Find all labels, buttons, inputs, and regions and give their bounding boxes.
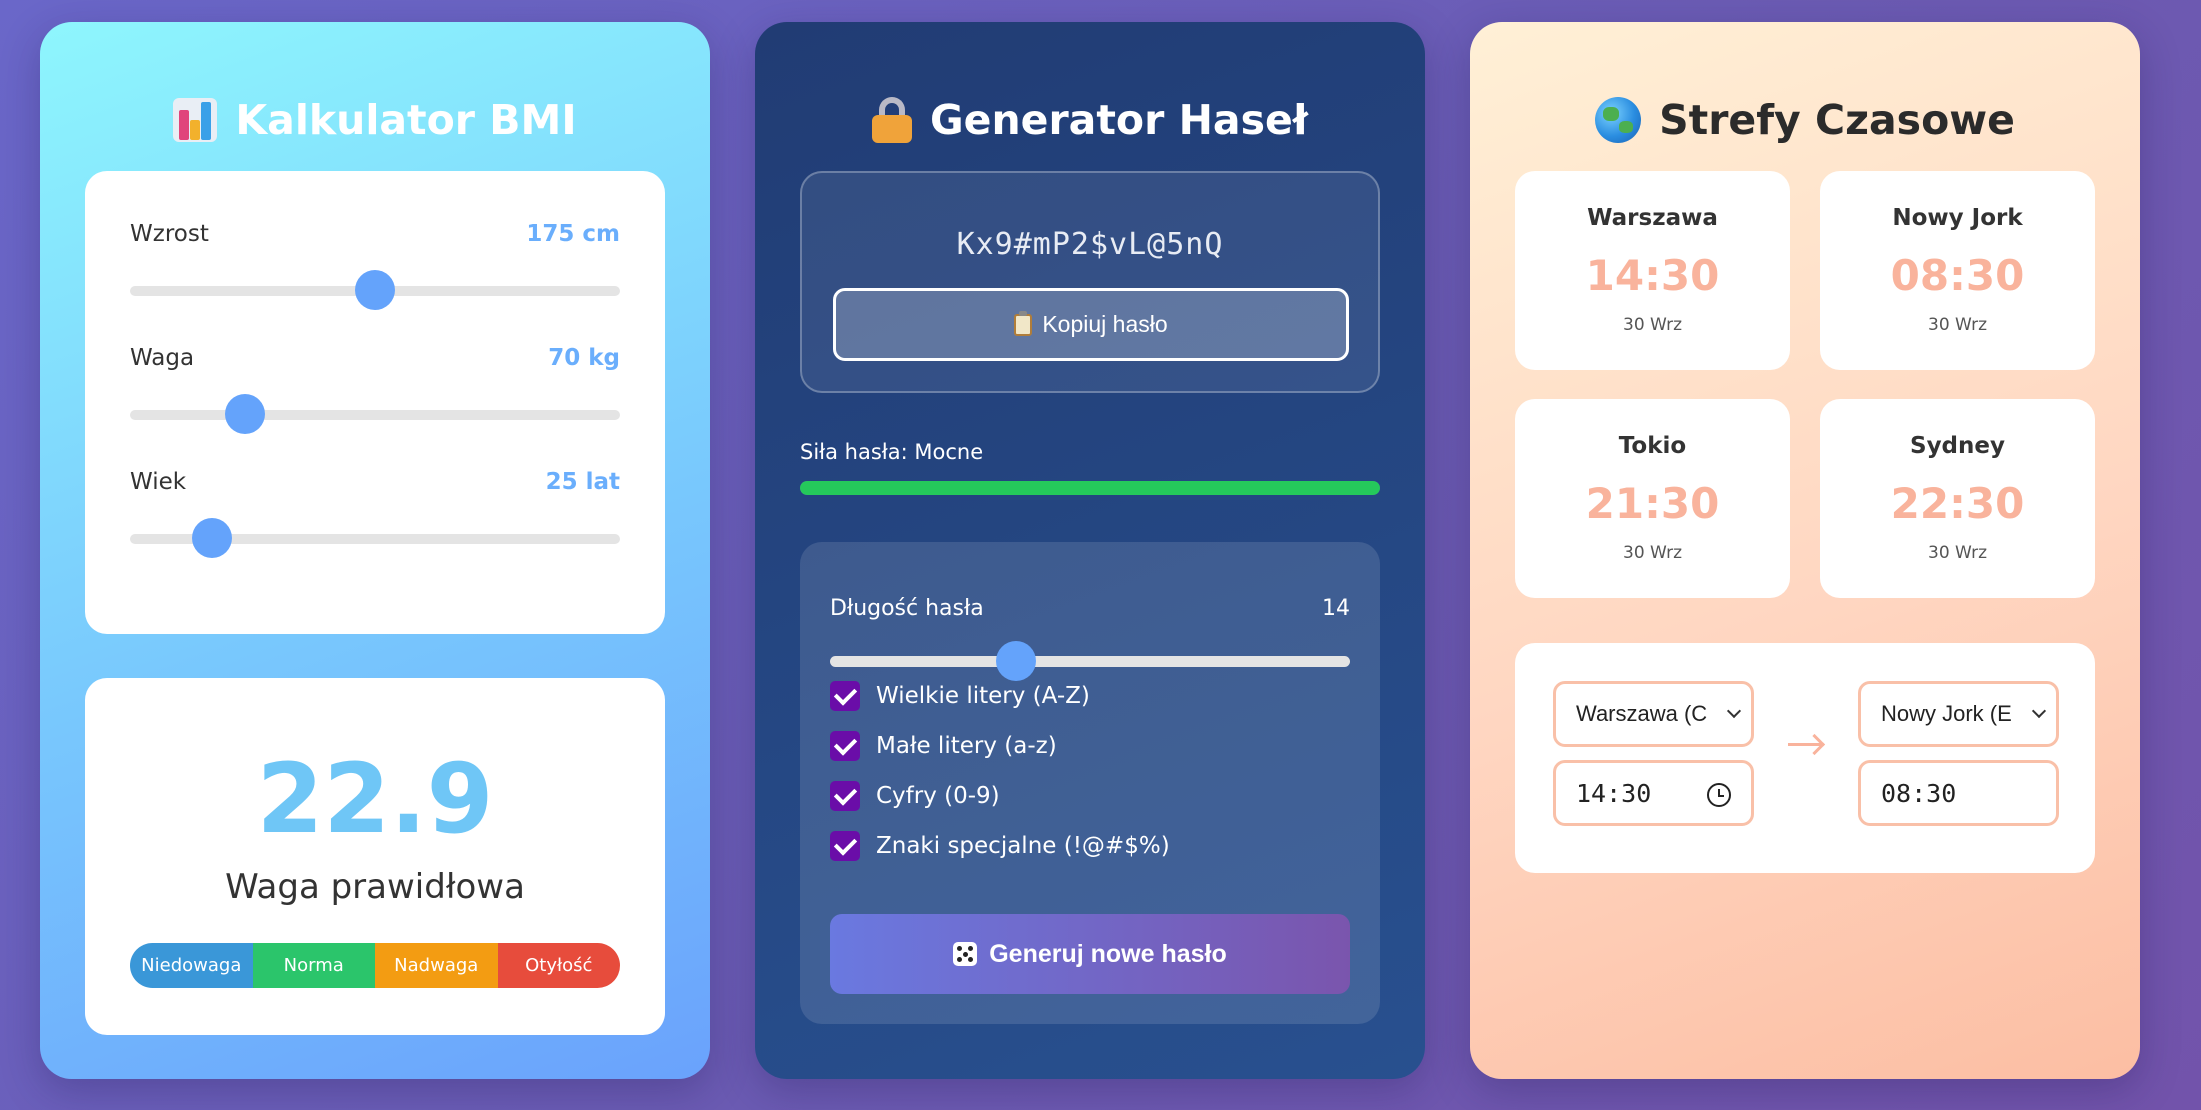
- bmi-title: Kalkulator BMI: [40, 96, 710, 144]
- bmi-inputs-card: Wzrost 175 cm Waga 70 kg Wiek 25 lat: [85, 171, 665, 634]
- age-slider-thumb[interactable]: [191, 518, 232, 558]
- bmi-scale: Niedowaga Norma Nadwaga Otyłość: [130, 943, 620, 988]
- bmi-result-card: 22.9 Waga prawidłowa Niedowaga Norma Nad…: [85, 678, 665, 1035]
- clipboard-icon: [1014, 310, 1033, 336]
- option-digits-label: Cyfry (0-9): [876, 783, 1000, 809]
- option-lowercase[interactable]: Małe litery (a-z): [830, 731, 1057, 761]
- bmi-status: Waga prawidłowa: [225, 867, 525, 907]
- checkbox-special[interactable]: [830, 831, 860, 861]
- weight-slider-row: Waga 70 kg: [130, 345, 620, 434]
- password-title: Generator Haseł: [755, 96, 1425, 144]
- password-title-text: Generator Haseł: [929, 96, 1308, 144]
- dice-icon: [953, 942, 978, 966]
- from-time-input[interactable]: 14:30: [1553, 760, 1754, 826]
- to-time-value: 08:30: [1881, 778, 1957, 808]
- generate-password-label: Generuj nowe hasło: [989, 939, 1227, 968]
- height-slider-row: Wzrost 175 cm: [130, 221, 620, 310]
- tz-card-nowy-jork: Nowy Jork 08:30 30 Wrz: [1820, 171, 2095, 370]
- weight-slider-track[interactable]: [130, 394, 620, 434]
- copy-password-label: Kopiuj hasło: [1042, 311, 1168, 337]
- tz-time: 08:30: [1890, 251, 2025, 300]
- height-slider-track[interactable]: [130, 270, 620, 310]
- to-time-output: 08:30: [1858, 760, 2059, 826]
- password-options-box: Długość hasła 14 Wielkie litery (A-Z) Ma…: [800, 542, 1380, 1024]
- arrow-right-icon: [1788, 743, 1822, 746]
- chevron-down-icon: [2031, 703, 2047, 719]
- to-zone-value: Nowy Jork (E: [1881, 701, 2012, 726]
- tz-time: 22:30: [1890, 479, 2025, 528]
- weight-label: Waga: [130, 345, 195, 371]
- tz-date: 30 Wrz: [1623, 315, 1682, 335]
- copy-password-button[interactable]: Kopiuj hasło: [833, 288, 1349, 361]
- option-special-label: Znaki specjalne (!@#$%): [876, 833, 1170, 859]
- age-label: Wiek: [130, 469, 187, 495]
- length-label: Długość hasła: [830, 596, 984, 621]
- bar-chart-icon: [173, 98, 218, 142]
- checkbox-lowercase[interactable]: [830, 731, 860, 761]
- tz-city: Nowy Jork: [1892, 205, 2023, 231]
- tz-time: 21:30: [1585, 479, 1720, 528]
- tz-card-sydney: Sydney 22:30 30 Wrz: [1820, 399, 2095, 598]
- age-slider-track[interactable]: [130, 518, 620, 558]
- checkbox-digits[interactable]: [830, 781, 860, 811]
- to-zone-select[interactable]: Nowy Jork (E: [1858, 681, 2059, 747]
- tz-city: Warszawa: [1587, 205, 1718, 231]
- option-uppercase[interactable]: Wielkie litery (A-Z): [830, 681, 1090, 711]
- tz-city: Sydney: [1910, 433, 2005, 459]
- tz-card-warszawa: Warszawa 14:30 30 Wrz: [1515, 171, 1790, 370]
- option-lowercase-label: Małe litery (a-z): [876, 733, 1057, 759]
- bmi-value: 22.9: [256, 743, 494, 855]
- checkbox-uppercase[interactable]: [830, 681, 860, 711]
- length-value: 14: [1322, 596, 1350, 621]
- age-value: 25 lat: [545, 469, 620, 495]
- age-slider-row: Wiek 25 lat: [130, 469, 620, 558]
- time-converter-card: Warszawa (C 14:30 Nowy Jork (E 08:30: [1515, 643, 2095, 873]
- globe-icon: [1595, 97, 1642, 143]
- bmi-title-text: Kalkulator BMI: [235, 96, 577, 144]
- tz-date: 30 Wrz: [1928, 543, 1987, 563]
- timezones-title-text: Strefy Czasowe: [1659, 96, 2015, 144]
- tz-card-tokio: Tokio 21:30 30 Wrz: [1515, 399, 1790, 598]
- timezones-title: Strefy Czasowe: [1470, 96, 2140, 144]
- scale-obese: Otyłość: [497, 943, 620, 988]
- scale-underweight: Niedowaga: [130, 943, 253, 988]
- length-slider-track[interactable]: [830, 641, 1350, 681]
- option-uppercase-label: Wielkie litery (A-Z): [876, 683, 1090, 709]
- password-generator-panel: Generator Haseł Kx9#mP2$vL@5nQ Kopiuj ha…: [755, 22, 1425, 1079]
- height-label: Wzrost: [130, 221, 209, 247]
- scale-normal: Norma: [252, 943, 375, 988]
- tz-city: Tokio: [1618, 433, 1687, 459]
- tz-date: 30 Wrz: [1623, 543, 1682, 563]
- weight-slider-thumb[interactable]: [225, 394, 266, 434]
- height-value: 175 cm: [526, 221, 620, 247]
- tz-time: 14:30: [1585, 251, 1720, 300]
- generated-password: Kx9#mP2$vL@5nQ: [956, 227, 1224, 262]
- chevron-down-icon: [1726, 703, 1742, 719]
- option-digits[interactable]: Cyfry (0-9): [830, 781, 1000, 811]
- tz-date: 30 Wrz: [1928, 315, 1987, 335]
- from-zone-select[interactable]: Warszawa (C: [1553, 681, 1754, 747]
- password-strength-fill: [800, 481, 1380, 495]
- timezones-panel: Strefy Czasowe Warszawa 14:30 30 Wrz Now…: [1470, 22, 2140, 1079]
- length-slider-thumb[interactable]: [995, 641, 1036, 681]
- bmi-calculator-panel: Kalkulator BMI Wzrost 175 cm Waga 70 kg …: [40, 22, 710, 1079]
- lock-icon: [871, 97, 912, 143]
- height-slider-thumb[interactable]: [355, 270, 395, 310]
- from-zone-value: Warszawa (C: [1576, 701, 1708, 726]
- scale-overweight: Nadwaga: [375, 943, 498, 988]
- password-strength-bar: [800, 481, 1380, 495]
- weight-value: 70 kg: [548, 345, 620, 371]
- from-time-value: 14:30: [1576, 778, 1652, 808]
- clock-icon[interactable]: [1707, 783, 1731, 807]
- option-special[interactable]: Znaki specjalne (!@#$%): [830, 831, 1170, 861]
- password-strength-label: Siła hasła: Mocne: [800, 440, 984, 464]
- password-display-box: Kx9#mP2$vL@5nQ Kopiuj hasło: [800, 171, 1380, 393]
- generate-password-button[interactable]: Generuj nowe hasło: [830, 914, 1350, 994]
